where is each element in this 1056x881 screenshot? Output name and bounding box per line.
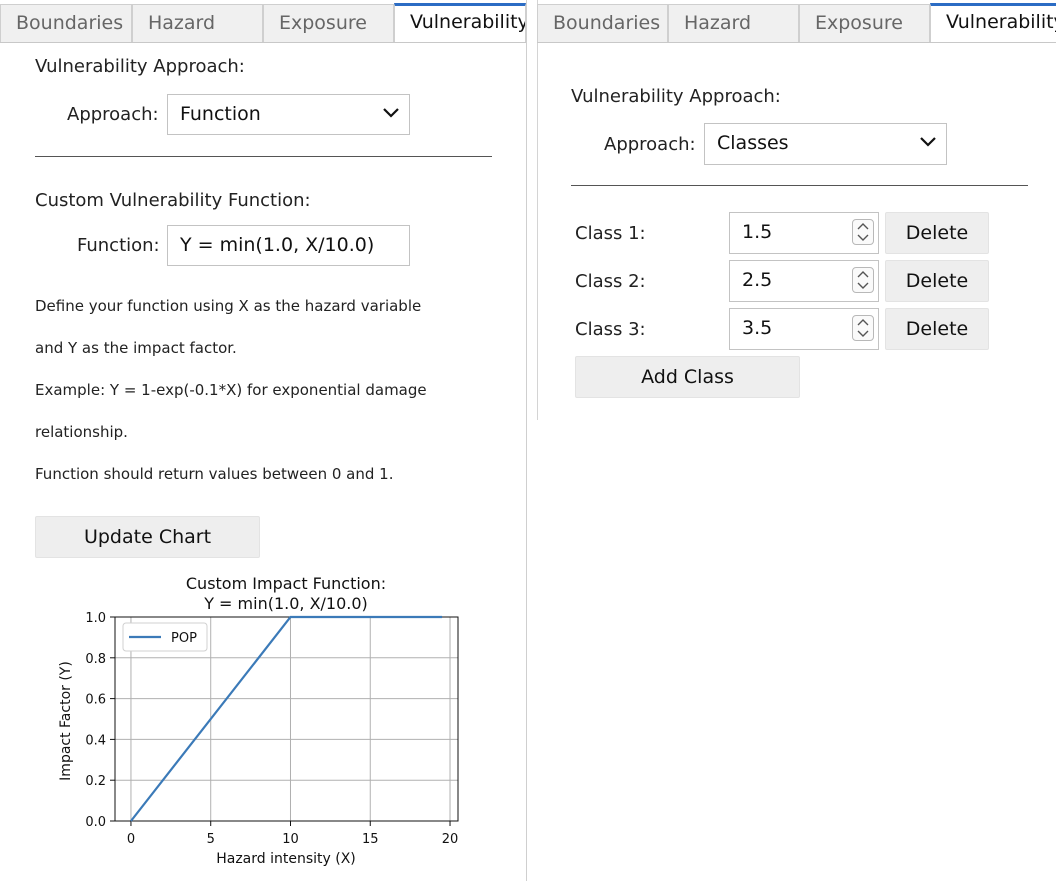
tab-exposure[interactable]: Exposure: [799, 4, 930, 42]
class-value: 1.5: [742, 221, 773, 243]
delete-class-button[interactable]: Delete: [885, 212, 989, 254]
class-label: Class 2:: [575, 271, 646, 292]
y-tick-label: 1.0: [85, 611, 106, 626]
custom-function-title: Custom Vulnerability Function:: [35, 190, 311, 211]
divider: [571, 185, 1028, 186]
y-tick-label: 0.2: [85, 774, 106, 789]
y-tick-label: 0.4: [85, 733, 106, 748]
y-tick-label: 0.8: [85, 652, 106, 667]
section-title: Vulnerability Approach:: [35, 56, 245, 77]
spin-arrows-icon[interactable]: [852, 315, 874, 341]
right-panel: Boundaries Hazard Exposure Vulnerability…: [537, 0, 1056, 420]
approach-value: Function: [180, 103, 261, 125]
tab-exposure[interactable]: Exposure: [263, 4, 394, 42]
y-axis-label: Impact Factor (Y): [58, 661, 74, 781]
tab-bar: Boundaries Hazard Exposure Vulnerability: [537, 3, 1056, 43]
class-label: Class 1:: [575, 223, 646, 244]
chart-title: Custom Impact Function:: [186, 574, 386, 593]
class-value-spinbox[interactable]: 3.5: [729, 308, 879, 350]
class-value: 3.5: [742, 317, 773, 339]
approach-label: Approach:: [604, 134, 696, 155]
tab-boundaries[interactable]: Boundaries: [0, 4, 132, 42]
approach-value: Classes: [717, 132, 789, 154]
add-class-button[interactable]: Add Class: [575, 356, 800, 398]
tab-vulnerability[interactable]: Vulnerability: [930, 3, 1056, 42]
x-tick-label: 10: [282, 832, 299, 847]
x-tick-label: 0: [127, 832, 135, 847]
update-chart-button[interactable]: Update Chart: [35, 516, 260, 558]
function-input[interactable]: Y = min(1.0, X/10.0): [167, 225, 410, 266]
divider: [35, 156, 492, 157]
chevron-down-icon: [920, 137, 936, 147]
spin-arrows-icon[interactable]: [852, 219, 874, 245]
help-text-line: Define your function using X as the haza…: [35, 297, 422, 315]
approach-dropdown[interactable]: Function: [167, 94, 410, 135]
help-text-line: Example: Y = 1-exp(-0.1*X) for exponenti…: [35, 381, 427, 399]
help-text-line: relationship.: [35, 423, 128, 441]
x-tick-label: 20: [442, 832, 459, 847]
y-tick-label: 0.0: [85, 815, 106, 830]
legend-label: POP: [171, 631, 197, 646]
tab-hazard[interactable]: Hazard: [132, 4, 263, 42]
class-label: Class 3:: [575, 319, 646, 340]
chart-subtitle: Y = min(1.0, X/10.0): [203, 594, 368, 613]
tab-vulnerability[interactable]: Vulnerability: [394, 3, 526, 42]
class-value-spinbox[interactable]: 2.5: [729, 260, 879, 302]
chevron-down-icon: [383, 108, 399, 118]
delete-class-button[interactable]: Delete: [885, 260, 989, 302]
impact-function-chart: Custom Impact Function: Y = min(1.0, X/1…: [58, 574, 459, 867]
help-text-line: and Y as the impact factor.: [35, 339, 237, 357]
class-value: 2.5: [742, 269, 773, 291]
approach-dropdown[interactable]: Classes: [704, 123, 947, 165]
function-label: Function:: [77, 235, 160, 256]
approach-label: Approach:: [67, 104, 159, 125]
tab-bar: Boundaries Hazard Exposure Vulnerability: [0, 3, 526, 43]
x-axis-label: Hazard intensity (X): [216, 851, 356, 867]
section-title: Vulnerability Approach:: [571, 86, 781, 107]
class-value-spinbox[interactable]: 1.5: [729, 212, 879, 254]
x-tick-label: 15: [362, 832, 379, 847]
left-panel: Boundaries Hazard Exposure Vulnerability…: [0, 0, 527, 881]
spin-arrows-icon[interactable]: [852, 267, 874, 293]
tab-boundaries[interactable]: Boundaries: [537, 4, 668, 42]
y-tick-label: 0.6: [85, 693, 106, 708]
delete-class-button[interactable]: Delete: [885, 308, 989, 350]
x-tick-label: 5: [207, 832, 215, 847]
help-text-line: Function should return values between 0 …: [35, 465, 394, 483]
tab-hazard[interactable]: Hazard: [668, 4, 799, 42]
